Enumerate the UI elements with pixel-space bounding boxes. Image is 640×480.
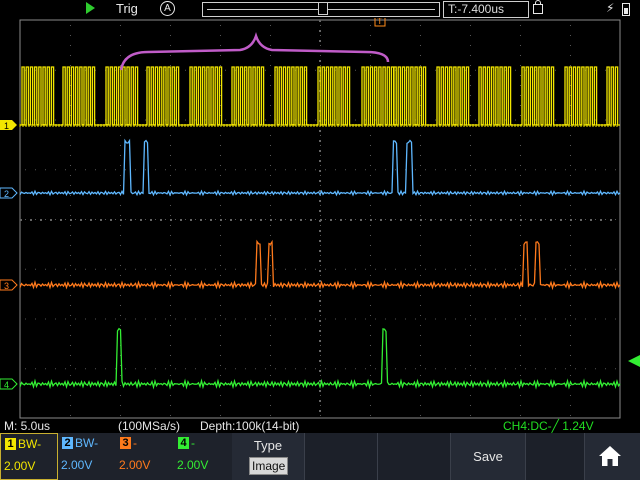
ch2-settings-button[interactable]: 2 BW- 2.00V: [58, 433, 117, 480]
ch4-number: 4: [178, 437, 189, 449]
svg-text:1: 1: [4, 121, 9, 131]
ch1-level-marker[interactable]: 1: [0, 120, 17, 131]
empty-menu-slot-1: [305, 433, 378, 480]
empty-menu-slot-3: [526, 433, 585, 480]
lock-icon: [533, 0, 543, 14]
trigger-time-readout[interactable]: T:-7.400us: [443, 1, 529, 18]
home-button[interactable]: [585, 433, 640, 480]
ch4-settings-button[interactable]: 4 - 2.00V: [174, 433, 233, 480]
home-icon: [599, 446, 621, 466]
ch3-level-marker[interactable]: 3: [0, 279, 18, 291]
timeline-window-thumb[interactable]: [318, 2, 328, 15]
sample-rate-readout: (100MSa/s): [118, 419, 181, 433]
ch4-volts-div: 2.00V: [177, 458, 209, 472]
ch3-settings-button[interactable]: 3 - 2.00V: [116, 433, 175, 480]
ch2-number: 2: [62, 437, 73, 449]
memory-timeline-bar[interactable]: [202, 2, 440, 17]
trigger-level-marker[interactable]: [628, 355, 640, 367]
bottom-menu: 1 BW- 2.00V 2 BW- 2.00V 3 - 2.00V 4 - 2.…: [0, 433, 640, 480]
svg-text:2: 2: [4, 189, 9, 199]
ch1-bandwidth: BW-: [18, 437, 42, 451]
ch2-level-marker[interactable]: 2: [0, 187, 18, 199]
trigger-mode-icon[interactable]: A: [160, 1, 175, 16]
waveform-traces: [19, 66, 621, 390]
type-menu-value: Image: [249, 457, 289, 475]
ch3-number: 3: [120, 437, 131, 449]
empty-menu-slot-2: [378, 433, 451, 480]
trigger-info-readout[interactable]: CH4:DC-╱ 1.24V: [503, 419, 594, 433]
svg-text:4: 4: [4, 380, 9, 390]
save-button-label: Save: [473, 449, 503, 464]
trigger-status-label: Trig: [116, 1, 138, 16]
memory-depth-readout: Depth:100k(14-bit): [200, 419, 300, 433]
ch3-volts-div: 2.00V: [119, 458, 151, 472]
svg-text:3: 3: [4, 281, 9, 291]
annotation-brace: [119, 32, 390, 71]
type-menu-button[interactable]: Type Image: [232, 433, 305, 480]
status-bar: Trig A T:-7.400us ⚡: [0, 0, 640, 18]
acquisition-info-bar: M: 5.0us (100MSa/s) Depth:100k(14-bit) C…: [0, 419, 640, 433]
usb-icon: ⚡: [606, 1, 615, 15]
ch1-number: 1: [5, 438, 16, 450]
battery-icon: [622, 3, 630, 16]
waveform-display: 1 2 3 4 T: [0, 14, 640, 419]
ch2-bandwidth: BW-: [75, 436, 99, 450]
ch3-bandwidth: -: [133, 436, 137, 450]
save-button[interactable]: Save: [451, 433, 526, 480]
play-icon[interactable]: [86, 2, 95, 14]
ch1-settings-button[interactable]: 1 BW- 2.00V: [0, 433, 58, 480]
type-menu-title: Type: [253, 438, 283, 453]
ch4-level-marker[interactable]: 4: [0, 378, 18, 390]
ch2-volts-div: 2.00V: [61, 458, 93, 472]
ch4-bandwidth: -: [191, 436, 195, 450]
ch1-volts-div: 2.00V: [4, 459, 36, 473]
timebase-readout[interactable]: M: 5.0us: [4, 419, 50, 433]
